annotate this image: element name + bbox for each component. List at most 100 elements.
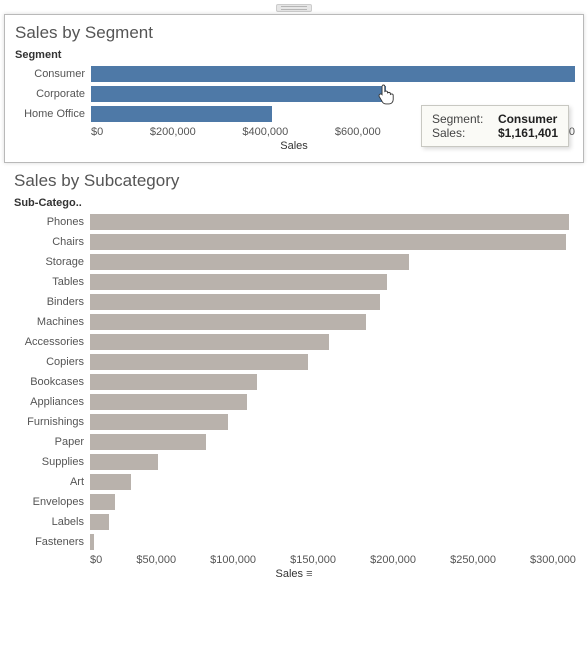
bar-row[interactable]: Labels: [12, 512, 576, 532]
bar[interactable]: [90, 274, 387, 290]
tooltip-key: Sales:: [432, 126, 492, 140]
row-label: Storage: [12, 256, 90, 268]
subcategory-bars-container: Phones Chairs Storage Tables Binders Machines…: [12, 212, 576, 552]
sales-by-subcategory-panel: Sales by Subcategory Sub-Catego.. Phones…: [4, 163, 584, 590]
row-label: Fasteners: [12, 536, 90, 548]
tick: $200,000: [370, 554, 416, 566]
bar[interactable]: [90, 434, 206, 450]
sales-by-segment-panel: Sales by Segment Segment Consumer Corpor…: [4, 14, 584, 163]
tooltip-value: Consumer: [498, 112, 557, 126]
bar-row[interactable]: Phones: [12, 212, 576, 232]
bar[interactable]: [90, 334, 329, 350]
pointer-cursor-icon: [377, 83, 395, 105]
bar-row[interactable]: Furnishings: [12, 412, 576, 432]
row-label: Binders: [12, 296, 90, 308]
tick: $50,000: [136, 554, 176, 566]
row-label: Art: [12, 476, 90, 488]
row-label: Corporate: [13, 88, 91, 100]
row-label: Labels: [12, 516, 90, 528]
bar-row[interactable]: Appliances: [12, 392, 576, 412]
row-label: Machines: [12, 316, 90, 328]
bar-home-office[interactable]: [91, 106, 272, 122]
row-label: Appliances: [12, 396, 90, 408]
panel-drag-handle[interactable]: [276, 4, 312, 12]
bar-track: [90, 394, 576, 410]
tick: $200,000: [150, 126, 196, 138]
bar-row[interactable]: Supplies: [12, 452, 576, 472]
bar[interactable]: [90, 354, 308, 370]
bar-row[interactable]: Bookcases: [12, 372, 576, 392]
row-label: Envelopes: [12, 496, 90, 508]
bar-row-corporate[interactable]: Corporate: [13, 84, 575, 104]
bar[interactable]: [90, 314, 366, 330]
tick: $300,000: [530, 554, 576, 566]
bar[interactable]: [90, 294, 380, 310]
bar[interactable]: [90, 474, 131, 490]
bar-row[interactable]: Art: [12, 472, 576, 492]
subcategory-column-header: Sub-Catego..: [14, 197, 576, 209]
bar-row-consumer[interactable]: Consumer: [13, 64, 575, 84]
bar-track: [90, 314, 576, 330]
row-label: Tables: [12, 276, 90, 288]
bar-track: [90, 454, 576, 470]
bar-row[interactable]: Machines: [12, 312, 576, 332]
row-label: Home Office: [13, 108, 91, 120]
tooltip-key: Segment:: [432, 112, 492, 126]
bar[interactable]: [90, 414, 228, 430]
x-axis-subcategory: $0 $50,000 $100,000 $150,000 $200,000 $2…: [12, 554, 576, 566]
tick: $0: [91, 126, 103, 138]
bar[interactable]: [90, 234, 566, 250]
bar[interactable]: [90, 254, 409, 270]
bar-row[interactable]: Chairs: [12, 232, 576, 252]
bar[interactable]: [90, 494, 115, 510]
row-label: Chairs: [12, 236, 90, 248]
tick: $400,000: [242, 126, 288, 138]
bar-row[interactable]: Copiers: [12, 352, 576, 372]
segment-column-header: Segment: [15, 49, 575, 61]
bar-row[interactable]: Paper: [12, 432, 576, 452]
bar-corporate[interactable]: [91, 86, 386, 102]
bar-track: [90, 434, 576, 450]
bar[interactable]: [90, 394, 247, 410]
bar-row[interactable]: Tables: [12, 272, 576, 292]
bar-track: [90, 234, 576, 250]
tick: $100,000: [210, 554, 256, 566]
bar-track: [91, 86, 575, 102]
bar-track: [90, 414, 576, 430]
chart-title-segment: Sales by Segment: [15, 23, 575, 43]
bar-track: [90, 494, 576, 510]
tick: $0: [90, 554, 102, 566]
row-label: Bookcases: [12, 376, 90, 388]
row-label: Consumer: [13, 68, 91, 80]
row-label: Copiers: [12, 356, 90, 368]
tick: $600,000: [335, 126, 381, 138]
bar-row[interactable]: Binders: [12, 292, 576, 312]
bar[interactable]: [90, 214, 569, 230]
tick: $150,000: [290, 554, 336, 566]
hover-tooltip: Segment: Consumer Sales: $1,161,401: [421, 105, 569, 147]
chart-title-subcategory: Sales by Subcategory: [14, 171, 576, 191]
bar-track: [90, 474, 576, 490]
bar-track: [90, 374, 576, 390]
tick: $250,000: [450, 554, 496, 566]
bar-track: [90, 254, 576, 270]
bar-consumer[interactable]: [91, 66, 575, 82]
bar-track: [90, 294, 576, 310]
bar-track: [90, 514, 576, 530]
bar[interactable]: [90, 514, 109, 530]
bar-track: [90, 214, 576, 230]
axis-label-text: Sales: [275, 568, 303, 580]
bar-track: [90, 274, 576, 290]
bar-row[interactable]: Envelopes: [12, 492, 576, 512]
bar[interactable]: [90, 454, 158, 470]
row-label: Furnishings: [12, 416, 90, 428]
bar-track: [90, 334, 576, 350]
bar-row[interactable]: Fasteners: [12, 532, 576, 552]
bar-track: [90, 354, 576, 370]
bar-row[interactable]: Accessories: [12, 332, 576, 352]
bar-track: [91, 66, 575, 82]
bar[interactable]: [90, 534, 94, 550]
bar[interactable]: [90, 374, 257, 390]
bar-row[interactable]: Storage: [12, 252, 576, 272]
x-axis-label-subcategory[interactable]: Sales: [12, 568, 576, 580]
